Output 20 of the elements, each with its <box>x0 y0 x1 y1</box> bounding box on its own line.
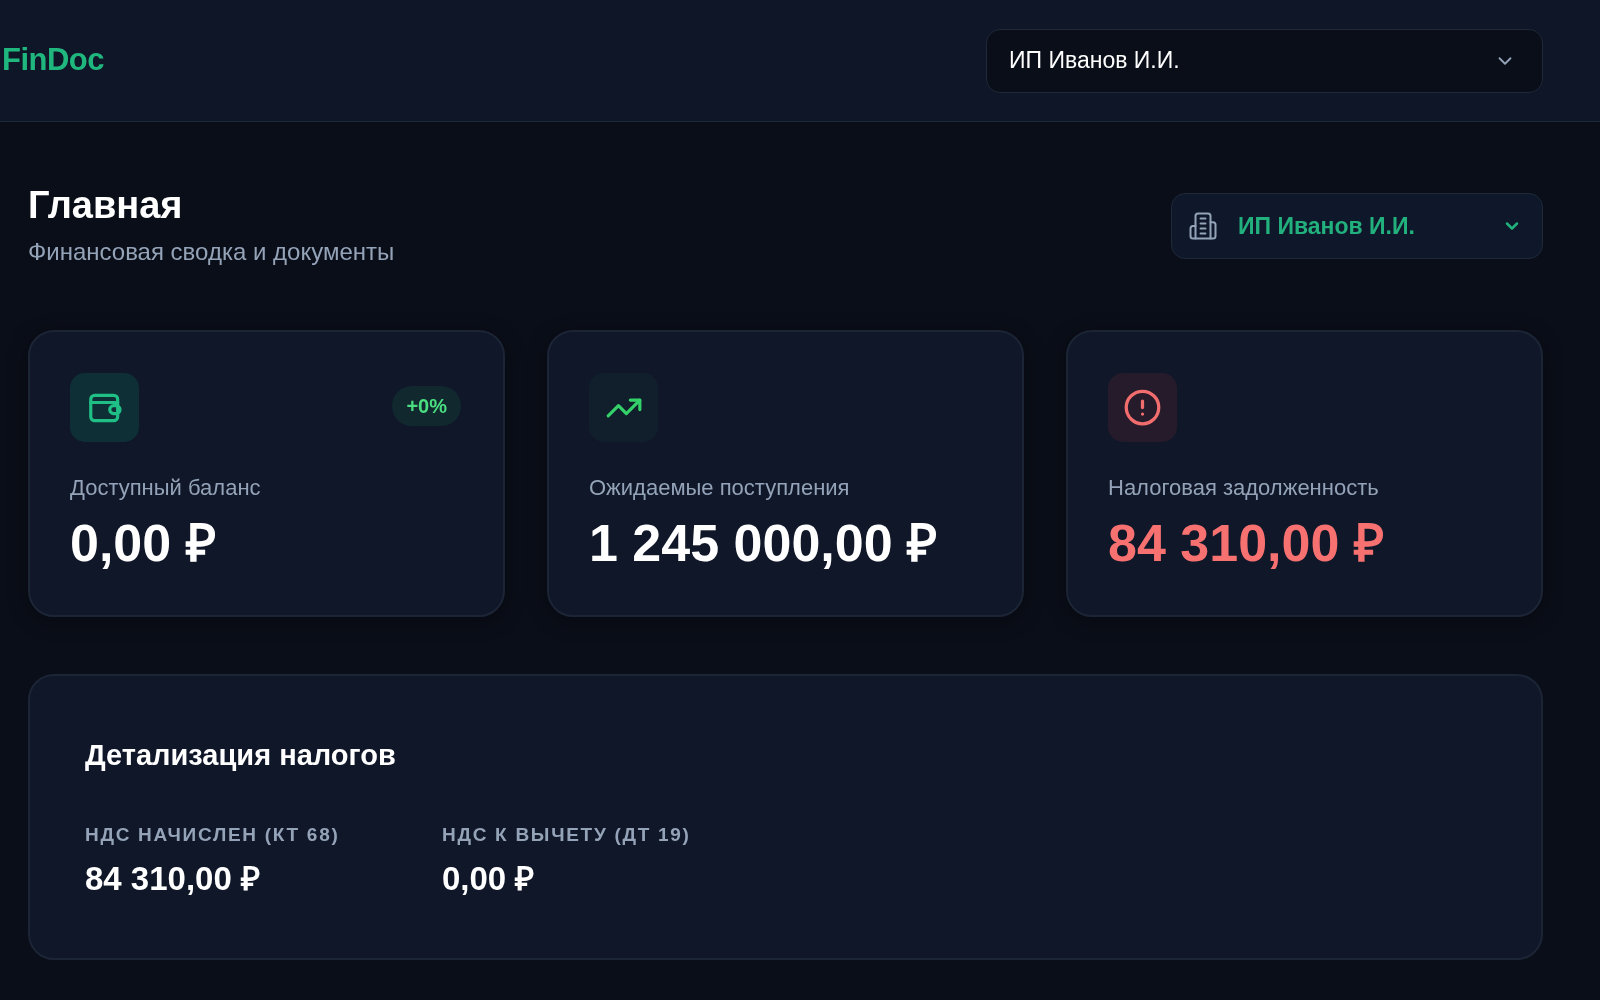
page-title: Главная <box>28 183 184 228</box>
building-icon <box>1188 211 1218 241</box>
tax-value: 84 310,00 ₽ <box>85 859 261 899</box>
wallet-icon <box>70 373 139 442</box>
section-title: Детализация налогов <box>85 738 397 773</box>
app-logo: FinDoc <box>2 41 105 80</box>
card-value: 84 310,00 ₽ <box>1108 513 1385 573</box>
tax-value: 0,00 ₽ <box>442 859 536 899</box>
organization-switcher[interactable]: ИП Иванов И.И. <box>1171 193 1543 259</box>
card-value: 1 245 000,00 ₽ <box>589 513 939 573</box>
trending-up-icon <box>589 373 658 442</box>
page-subtitle: Финансовая сводка и документы <box>28 237 395 267</box>
organization-select[interactable]: ИП Иванов И.И. <box>986 28 1543 93</box>
card-label: Ожидаемые поступления <box>589 474 851 502</box>
tax-label: НДС НАЧИСЛЕН (КТ 68) <box>85 823 341 847</box>
tax-label: НДС К ВЫЧЕТУ (ДТ 19) <box>442 823 691 847</box>
card-label: Доступный баланс <box>70 474 262 502</box>
card-label: Налоговая задолженность <box>1108 474 1380 502</box>
card-value: 0,00 ₽ <box>70 513 217 573</box>
change-badge: +0% <box>392 386 461 426</box>
